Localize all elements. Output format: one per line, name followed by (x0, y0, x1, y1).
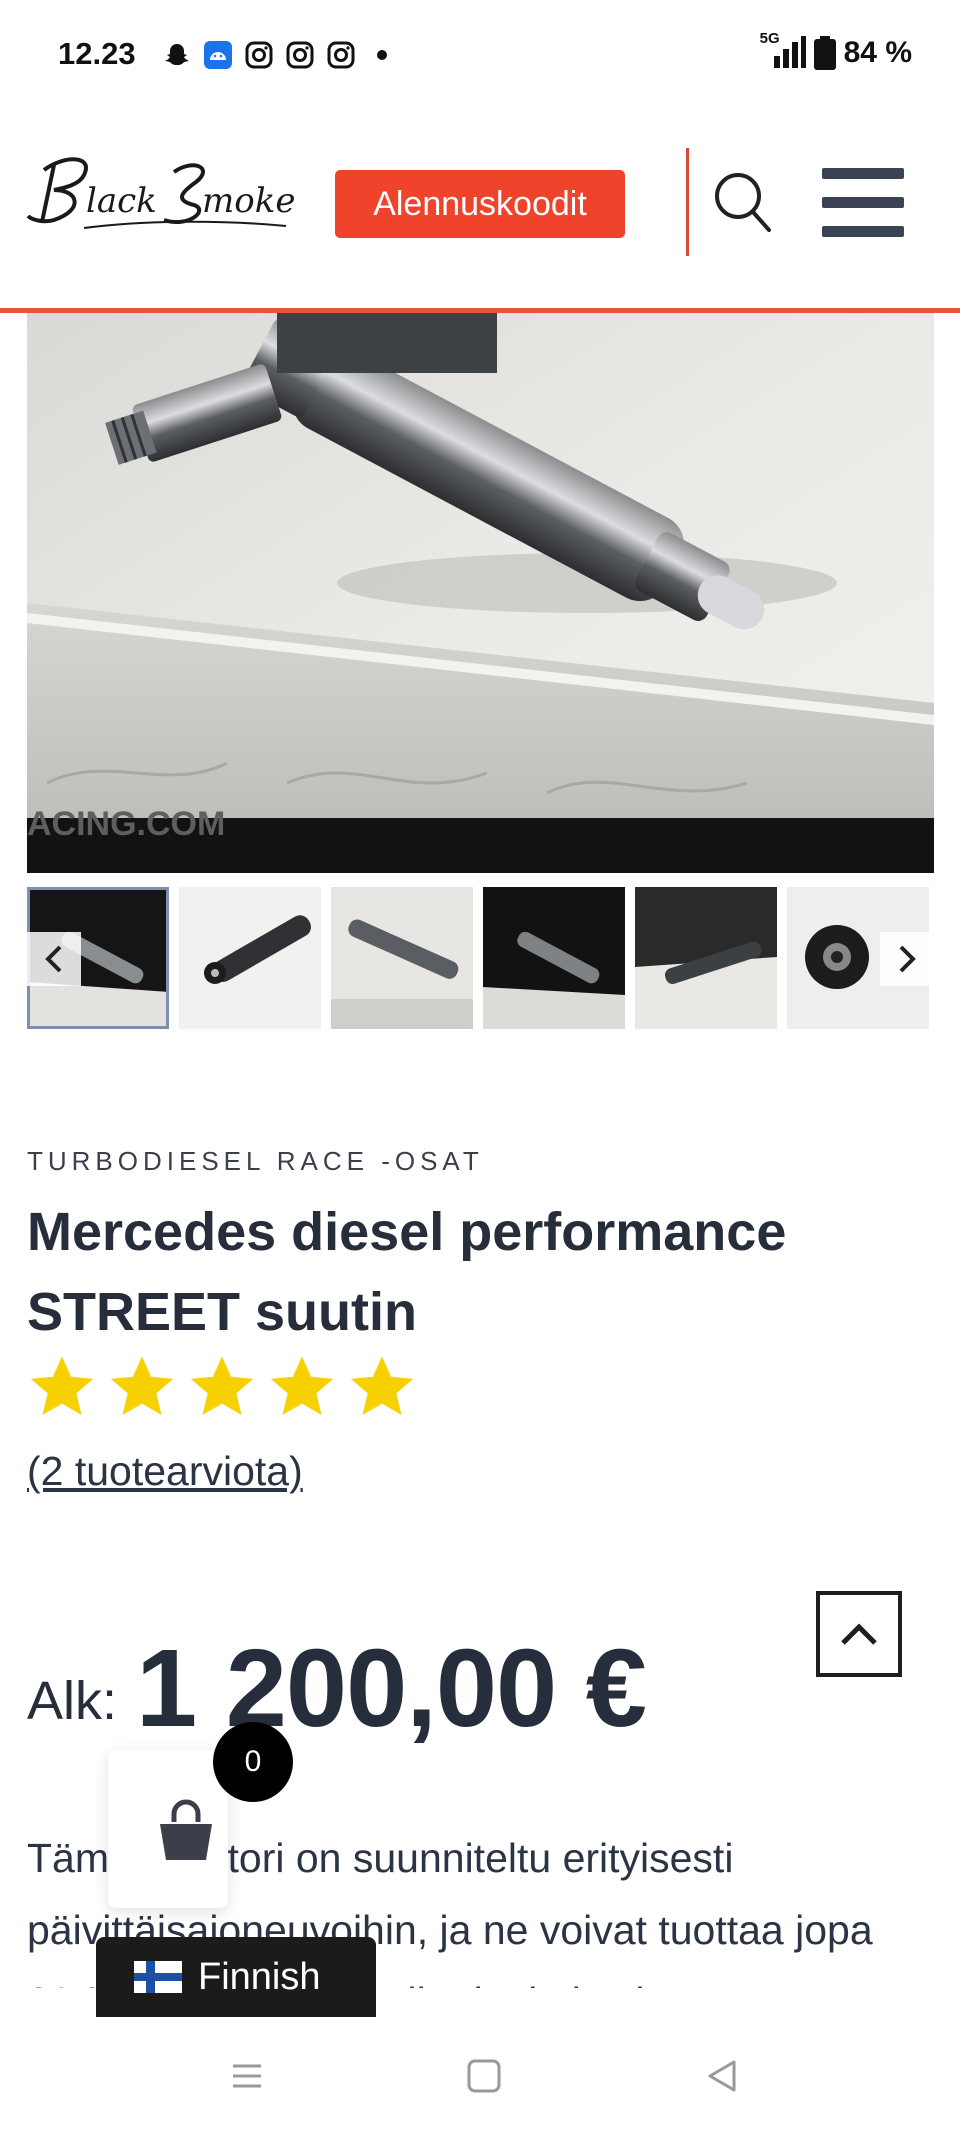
android-app-icon (203, 40, 233, 70)
instagram-icon (326, 40, 356, 70)
status-time: 12.23 (58, 36, 136, 71)
svg-text:lack: lack (86, 181, 157, 221)
product-category-link[interactable]: TURBODIESEL RACE -OSAT (27, 1146, 484, 1177)
cart-count-badge: 0 (213, 1722, 293, 1802)
site-logo[interactable]: lack moke (24, 150, 296, 238)
thumbnail-3[interactable] (331, 887, 473, 1029)
battery-level: 84 % (843, 36, 912, 69)
search-icon[interactable] (712, 170, 774, 236)
more-notifications-dot (377, 50, 387, 60)
svg-text:moke: moke (202, 181, 295, 221)
rating-stars (27, 1352, 417, 1422)
scroll-to-top-button[interactable] (816, 1591, 902, 1677)
status-right: 5G 84 % (760, 30, 912, 70)
product-main-image[interactable]: ACING.COM (27, 313, 934, 873)
finland-flag-icon (134, 1961, 182, 1993)
hamburger-menu-icon[interactable] (822, 168, 906, 240)
system-nav-bar (0, 2018, 960, 2133)
product-price: 1 200,00 € (136, 1627, 647, 1750)
network-type: 5G (759, 30, 780, 47)
star-icon (270, 1356, 334, 1415)
thumbnails-next-button[interactable] (880, 932, 934, 986)
discount-codes-button[interactable]: Alennuskoodit (335, 170, 625, 238)
thumbnail-4[interactable] (483, 887, 625, 1029)
thumbnails-prev-button[interactable] (27, 932, 81, 986)
signal-icon: 5G (760, 30, 806, 70)
image-watermark: ACING.COM (27, 805, 226, 843)
price-prefix: Alk: (27, 1671, 118, 1731)
chevron-up-icon (841, 1623, 877, 1645)
product-title: Mercedes diesel performance STREET suuti… (27, 1202, 787, 1342)
thumbnail-5[interactable] (635, 887, 777, 1029)
star-icon (350, 1356, 414, 1415)
floating-cart-button[interactable] (108, 1750, 228, 1908)
recent-apps-button[interactable] (225, 2054, 269, 2098)
battery-icon (813, 36, 836, 70)
thumbnail-2[interactable] (179, 887, 321, 1029)
back-button[interactable] (700, 2054, 744, 2098)
shopping-bag-icon (160, 1799, 212, 1860)
star-icon (30, 1356, 94, 1415)
snapchat-icon (162, 40, 192, 70)
star-icon (190, 1356, 254, 1415)
language-label: Finnish (198, 1955, 321, 1998)
site-header: lack moke Alennuskoodit (0, 110, 960, 313)
instagram-icon (285, 40, 315, 70)
star-icon (110, 1356, 174, 1415)
status-bar: 12.23 5G 84 % (0, 0, 960, 110)
instagram-icon (244, 40, 274, 70)
language-switcher[interactable]: Finnish (96, 1937, 376, 2017)
header-divider (686, 148, 689, 256)
notification-icons (162, 40, 387, 70)
thumbnail-strip (27, 887, 934, 1031)
reviews-link[interactable]: (2 tuotearviota) (27, 1448, 303, 1495)
home-button[interactable] (462, 2054, 506, 2098)
